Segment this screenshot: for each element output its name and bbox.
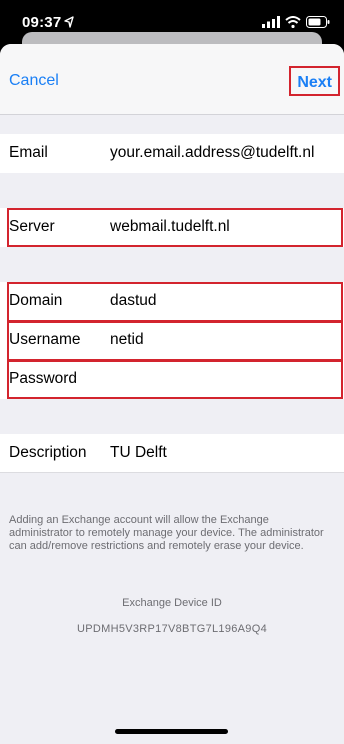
username-label: Username [9, 331, 81, 348]
cancel-button[interactable]: Cancel [9, 72, 59, 90]
navigation-bar: Cancel Next [0, 44, 344, 115]
description-row[interactable]: Description TU Delft [0, 434, 344, 473]
exchange-account-sheet: Cancel Next Email your.email.address@tud… [0, 44, 344, 744]
server-row[interactable]: Server webmail.tudelft.nl [0, 208, 344, 247]
device-id-label: Exchange Device ID [122, 597, 222, 609]
status-time: 09:37 [22, 14, 62, 31]
email-field[interactable]: your.email.address@tudelft.nl [110, 144, 314, 162]
next-button[interactable]: Next [289, 66, 340, 96]
device-id-value: UPDMH5V3RP17V8BTG7L196A9Q4 [76, 623, 267, 635]
username-field[interactable]: netid [110, 331, 144, 349]
location-arrow-icon [64, 15, 74, 33]
domain-row[interactable]: Domain dastud [0, 282, 344, 321]
row-divider [0, 472, 344, 473]
wifi-icon [285, 15, 301, 33]
password-row[interactable]: Password [0, 360, 344, 399]
server-field[interactable]: webmail.tudelft.nl [110, 218, 230, 236]
description-label: Description [9, 444, 87, 461]
domain-field[interactable]: dastud [110, 292, 157, 310]
email-row[interactable]: Email your.email.address@tudelft.nl [0, 134, 344, 173]
username-row[interactable]: Username netid [0, 321, 344, 360]
home-indicator[interactable] [115, 729, 228, 734]
password-label: Password [9, 370, 78, 387]
battery-icon [306, 15, 330, 33]
email-label: Email [9, 144, 48, 161]
description-field[interactable]: TU Delft [110, 444, 167, 462]
domain-label: Domain [9, 292, 63, 309]
cellular-signal-icon [262, 15, 280, 33]
exchange-info-text: Adding an Exchange account will allow th… [9, 514, 324, 552]
server-label: Server [9, 218, 55, 235]
